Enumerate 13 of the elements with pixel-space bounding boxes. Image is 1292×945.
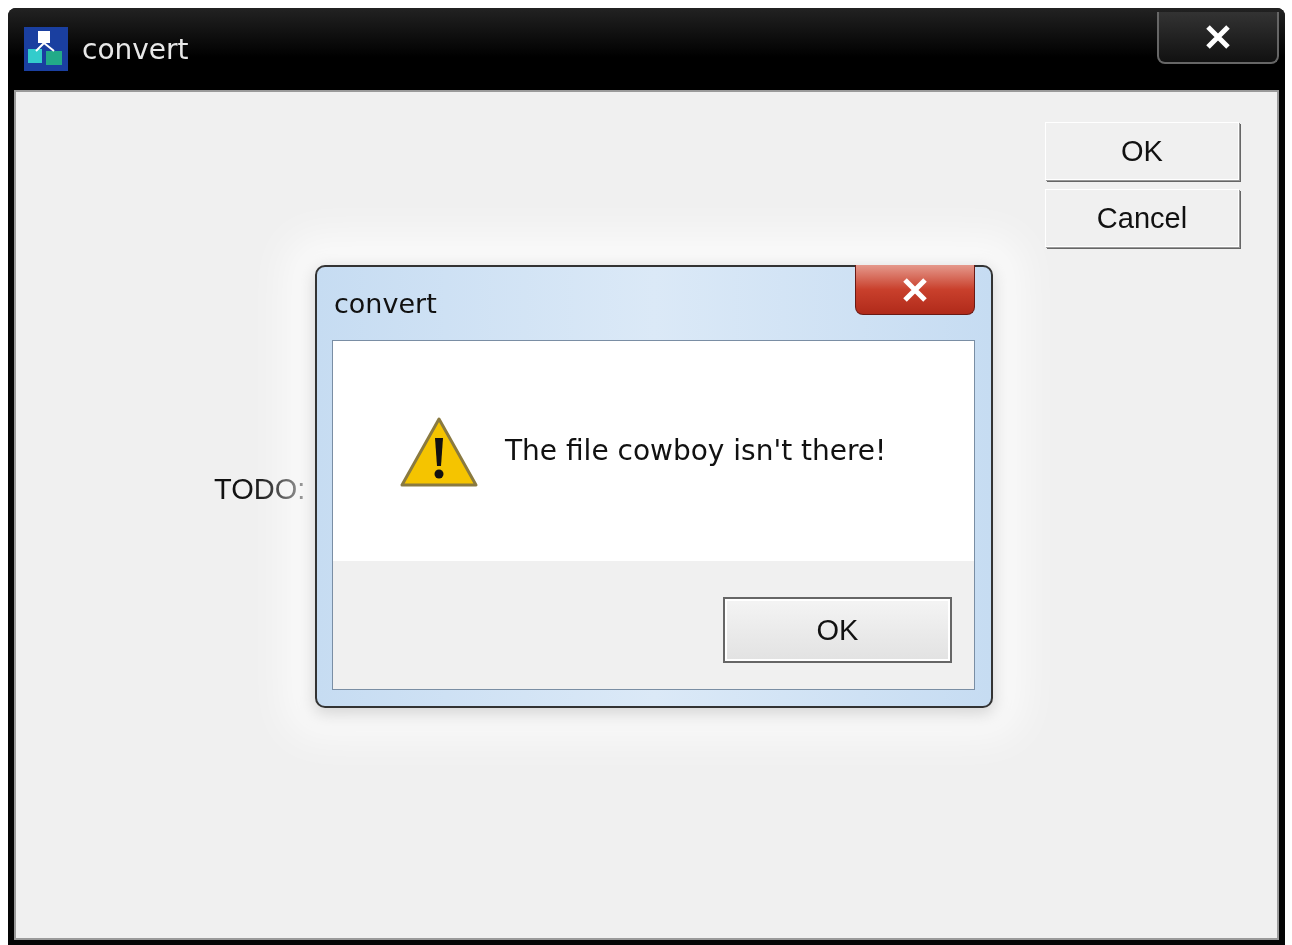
dialog-title: convert	[334, 288, 437, 319]
close-button[interactable]	[1157, 12, 1279, 64]
app-icon	[24, 27, 68, 71]
todo-label: TODO:	[214, 473, 307, 506]
close-icon	[901, 277, 929, 302]
dialog-button[interactable]: OK	[1045, 122, 1239, 180]
warning-icon	[399, 416, 479, 488]
dialog-button[interactable]: Cancel	[1045, 189, 1239, 247]
window-title: convert	[82, 32, 190, 66]
close-button[interactable]	[855, 265, 975, 315]
error-message: The file cowboy isn't there!	[505, 434, 887, 467]
close-icon	[1204, 25, 1232, 49]
ok-button[interactable]: OK	[723, 597, 952, 663]
